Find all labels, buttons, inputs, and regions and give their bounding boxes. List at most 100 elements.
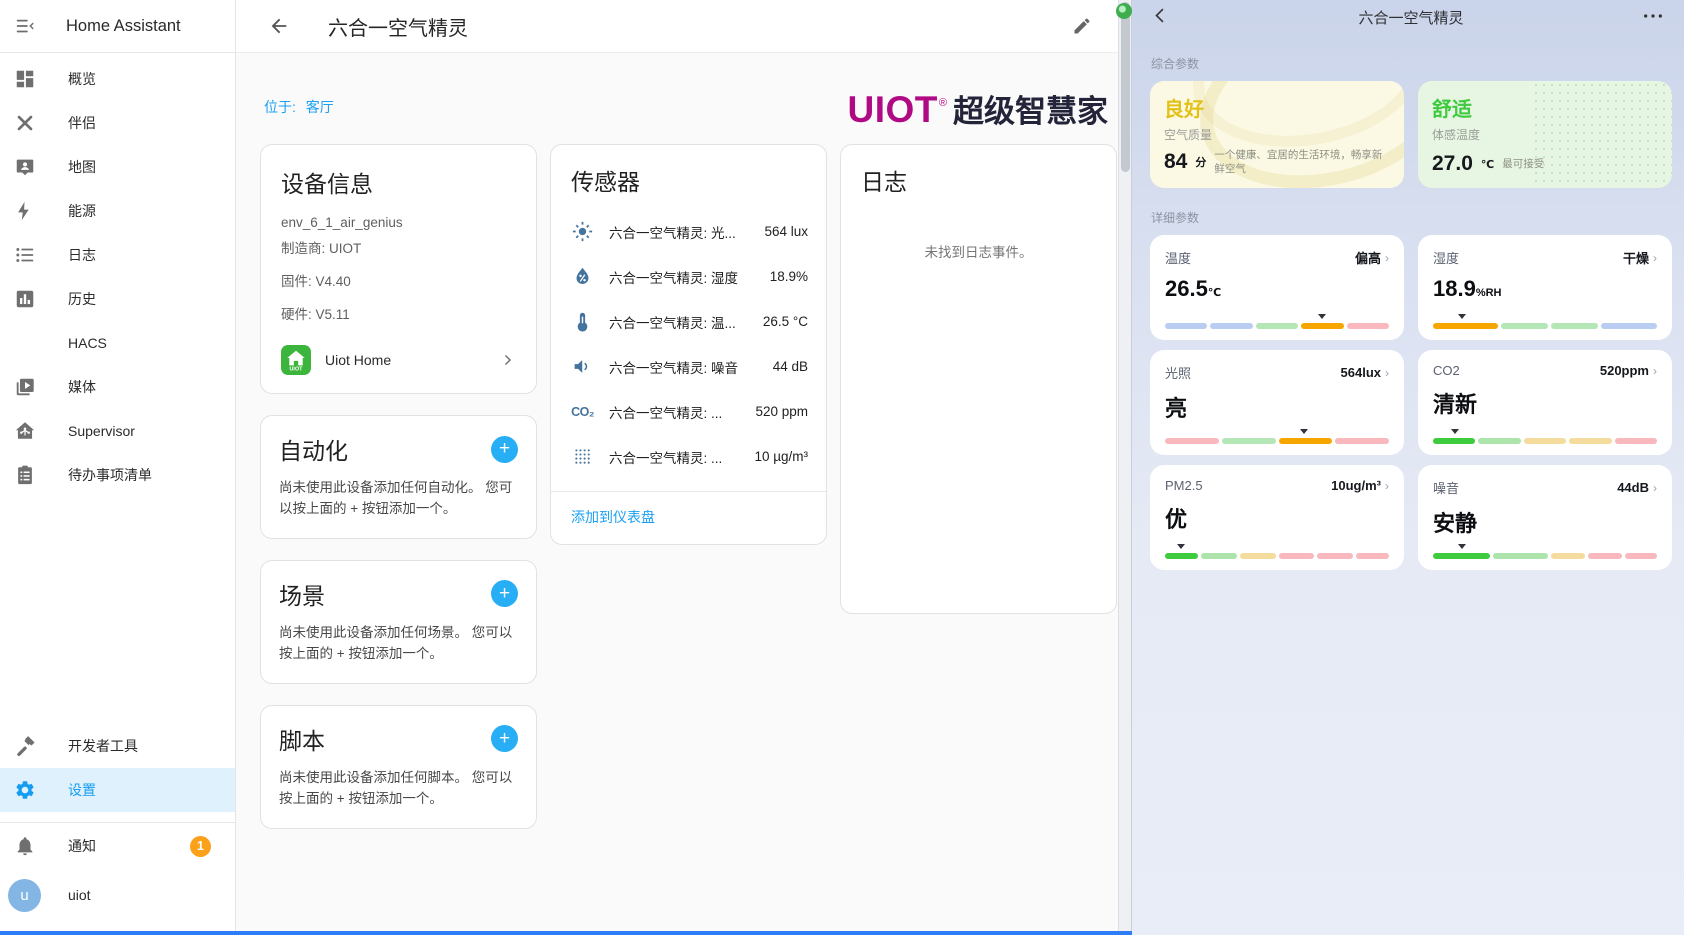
add-button[interactable]: + <box>491 436 518 463</box>
sidebar-item-companion[interactable]: 伴侣 <box>0 101 235 145</box>
sidebar-item-settings[interactable]: 设置 <box>0 768 235 812</box>
sensor-value: 26.5 °C <box>763 314 808 329</box>
detail-value-row: 26.5℃ <box>1165 276 1389 302</box>
detail-top-row: 噪音 44dB› <box>1433 478 1657 497</box>
edit-button[interactable] <box>1072 16 1092 36</box>
overview-label: 体感温度 <box>1432 126 1658 143</box>
card-empty-text: 尚未使用此设备添加任何脚本。 您可以按上面的 + 按钮添加一个。 <box>279 768 518 810</box>
device-hardware: 硬件: V5.11 <box>281 303 516 323</box>
overview-cards-row: 良好 空气质量 84分 一个健康、宜居的生活环境，畅享新鲜空气 舒适 体感温度 … <box>1150 81 1672 188</box>
detail-value-row: 安静 <box>1433 506 1657 538</box>
detail-card-温度[interactable]: 温度 偏高› 26.5℃ <box>1150 235 1404 340</box>
detail-card-湿度[interactable]: 湿度 干燥› 18.9%RH <box>1418 235 1672 340</box>
sidebar-item-energy[interactable]: 能源 <box>0 189 235 233</box>
detail-card-CO2[interactable]: CO2 520ppm› 清新 <box>1418 350 1672 455</box>
device-firmware: 固件: V4.40 <box>281 270 516 290</box>
column-device: 设备信息 env_6_1_air_genius 制造商: UIOT 固件: V4… <box>260 144 537 829</box>
detail-corner-value: 10ug/m³ <box>1331 478 1381 493</box>
overview-bottom-row: 84分 一个健康、宜居的生活环境，畅享新鲜空气 <box>1164 148 1390 176</box>
bar-segment <box>1279 553 1315 559</box>
detail-value: 优 <box>1165 507 1187 532</box>
sidebar-item-icon <box>14 332 68 354</box>
sidebar-item-supervisor[interactable]: Supervisor <box>0 409 235 453</box>
sensors-footer: 添加到仪表盘 <box>551 491 826 544</box>
sidebar-item-todo[interactable]: 待办事项清单 <box>0 453 235 497</box>
bar-segment <box>1165 553 1198 559</box>
menu-toggle-icon[interactable] <box>14 15 36 37</box>
sidebar-item-label: 设置 <box>68 780 96 800</box>
detail-corner[interactable]: 520ppm› <box>1600 363 1657 378</box>
sidebar-item-media[interactable]: 媒体 <box>0 365 235 409</box>
level-bar-wrap <box>1433 542 1657 559</box>
sidebar-menu: 概览 伴侣 地图 能源 日志 历史 HACS 媒体 Supervisor 待办事… <box>0 53 235 497</box>
sensor-row[interactable]: 六合一空气精灵: 温... 26.5 °C <box>551 299 826 344</box>
sidebar-item-map[interactable]: 地图 <box>0 145 235 189</box>
sidebar-item-hacs[interactable]: HACS <box>0 321 235 365</box>
detail-corner[interactable]: 干燥› <box>1623 248 1657 267</box>
sidebar-item-logbook[interactable]: 日志 <box>0 233 235 277</box>
sensor-row[interactable]: 六合一空气精灵: 湿度 18.9% <box>551 254 826 299</box>
app-back-button[interactable] <box>1151 6 1170 25</box>
sensor-row[interactable]: 六合一空气精灵: 光... 564 lux <box>551 209 826 254</box>
brand-name: UIOT <box>848 89 938 131</box>
add-to-dashboard-link[interactable]: 添加到仪表盘 <box>571 509 655 525</box>
detail-card-噪音[interactable]: 噪音 44dB› 安静 <box>1418 465 1672 570</box>
overview-status: 舒适 <box>1432 93 1658 122</box>
pencil-icon <box>1072 16 1092 36</box>
scrollbar-thumb[interactable] <box>1121 2 1130 172</box>
sensor-value: 10 µg/m³ <box>754 449 808 464</box>
sidebar-item-devtools[interactable]: 开发者工具 <box>0 724 235 768</box>
device-related-card: 自动化 + 尚未使用此设备添加任何自动化。 您可以按上面的 + 按钮添加一个。 <box>260 415 537 539</box>
card-title: 自动化 <box>279 432 348 466</box>
detail-top-row: 湿度 干燥› <box>1433 248 1657 267</box>
sidebar-item-history[interactable]: 历史 <box>0 277 235 321</box>
detail-corner[interactable]: 偏高› <box>1355 248 1389 267</box>
brand-logo: UIOT ® 超级智慧家 <box>848 86 1109 131</box>
device-manufacturer: 制造商: UIOT <box>281 237 516 257</box>
sensor-row[interactable]: CO₂ 六合一空气精灵: ... 520 ppm <box>551 389 826 434</box>
bar-segment <box>1165 438 1219 444</box>
chevron-left-icon <box>1151 6 1170 25</box>
bar-segment <box>1524 438 1566 444</box>
logbook-title: 日志 <box>861 163 1096 197</box>
sidebar-item-icon <box>14 68 68 90</box>
detail-card-光照[interactable]: 光照 564lux› 亮 <box>1150 350 1404 455</box>
device-model: env_6_1_air_genius <box>281 215 516 230</box>
column-logbook: 日志 未找到日志事件。 <box>840 144 1117 614</box>
back-button[interactable] <box>268 15 290 37</box>
sidebar-notifications[interactable]: 通知 1 <box>0 823 235 869</box>
app-title-text: 六合一空气精灵 <box>1358 7 1463 28</box>
detail-corner[interactable]: 44dB› <box>1617 480 1657 495</box>
detail-corner[interactable]: 564lux› <box>1341 365 1389 380</box>
detail-corner[interactable]: 10ug/m³› <box>1331 478 1389 493</box>
overview-status: 良好 <box>1164 93 1390 122</box>
sidebar-item-icon <box>14 156 68 178</box>
window-bottom-accent-bar <box>0 931 1132 935</box>
location-link[interactable]: 客厅 <box>306 99 334 115</box>
add-button[interactable]: + <box>491 580 518 607</box>
sidebar-item-overview[interactable]: 概览 <box>0 57 235 101</box>
sensors-title: 传感器 <box>551 163 826 197</box>
overview-description: 最可接受 <box>1502 157 1658 171</box>
sidebar-user[interactable]: u uiot <box>0 869 235 921</box>
sidebar-item-label: 伴侣 <box>68 113 96 133</box>
sensor-row[interactable]: 六合一空气精灵: ... 10 µg/m³ <box>551 434 826 479</box>
bar-segment <box>1347 323 1389 329</box>
detail-corner-value: 44dB <box>1617 480 1649 495</box>
device-related-card: 脚本 + 尚未使用此设备添加任何脚本。 您可以按上面的 + 按钮添加一个。 <box>260 705 537 829</box>
more-menu-button[interactable] <box>1642 8 1664 24</box>
add-button[interactable]: + <box>491 725 518 752</box>
chevron-right-icon: › <box>1653 364 1657 378</box>
integration-link[interactable]: Uiot Home <box>281 345 516 375</box>
back-arrow-icon <box>268 15 290 37</box>
bar-segment <box>1165 323 1207 329</box>
level-bar <box>1433 323 1657 329</box>
sensor-row[interactable]: 六合一空气精灵: 噪音 44 dB <box>551 344 826 389</box>
level-bar <box>1433 553 1657 559</box>
card-head: 脚本 + <box>279 722 518 756</box>
detail-card-PM2.5[interactable]: PM2.5 10ug/m³› 优 <box>1150 465 1404 570</box>
scrollbar-track[interactable] <box>1118 0 1132 935</box>
level-marker-icon <box>1318 314 1326 319</box>
detail-cards-grid: 温度 偏高› 26.5℃ 湿度 干燥› 18.9%RH 光照 564lux› 亮 <box>1150 235 1672 570</box>
detail-label: 湿度 <box>1433 248 1459 267</box>
